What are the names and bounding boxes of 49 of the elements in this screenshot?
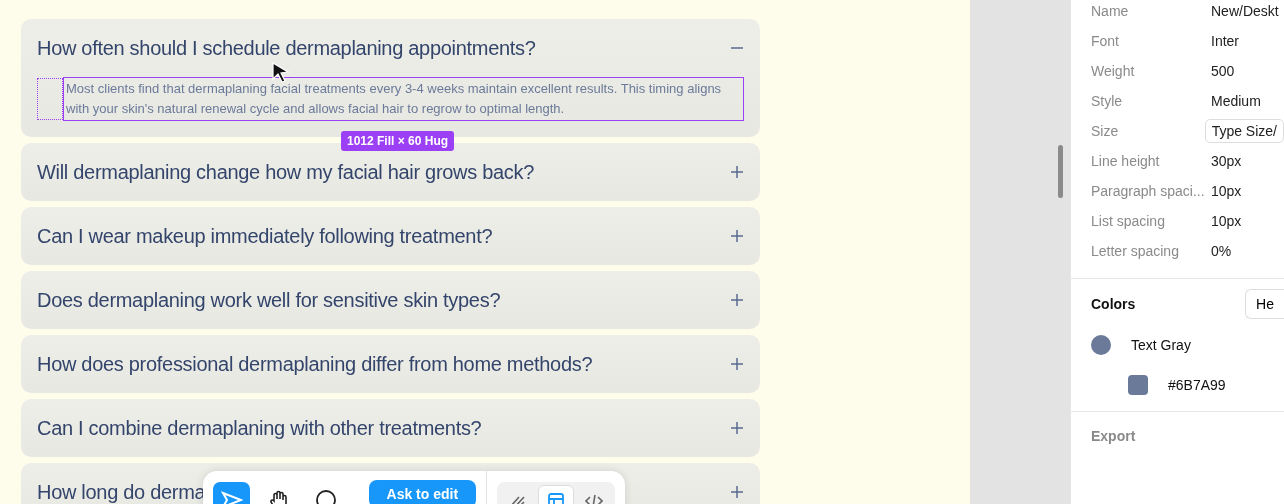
faq-question: Does dermaplaning work well for sensitive skin types? (37, 288, 501, 312)
hand-icon (267, 489, 290, 504)
comment-icon (314, 489, 337, 504)
property-label: Name (1091, 3, 1130, 19)
size-badge: 1012 Fill × 60 Hug (341, 131, 455, 151)
scrollbar (1058, 145, 1063, 198)
color-hex: #6B7A99 (1168, 377, 1226, 393)
section-title: Colors (1091, 296, 1136, 312)
size-field[interactable]: Type Size/ (1204, 119, 1284, 143)
format-button[interactable]: He (1245, 289, 1284, 319)
property-value: 0% (1211, 243, 1232, 259)
faq-item[interactable]: Does dermaplaning work well for sensitive skin types? (21, 271, 760, 329)
faq-item[interactable]: Can I combine dermaplaning with other treatments? (21, 399, 760, 457)
faq-question: Can I combine dermaplaning with other treatments? (37, 416, 482, 440)
property-value: Inter (1211, 33, 1239, 49)
property-value: 500 (1211, 63, 1235, 79)
property-label: Letter spacing (1091, 243, 1180, 259)
faq-item[interactable]: How does professional dermaplaning differ from home methods? (21, 335, 760, 393)
color-swatch (1128, 375, 1148, 395)
pointer-icon (220, 491, 243, 504)
color-style-name: Text Gray (1131, 337, 1191, 353)
expand-icon[interactable] (730, 357, 744, 371)
expand-icon[interactable] (730, 165, 744, 179)
spacing-guide (37, 78, 63, 120)
property-value: 30px (1211, 153, 1242, 169)
property-label: Paragraph spaci... (1091, 183, 1206, 199)
expand-icon[interactable] (730, 421, 744, 435)
property-label: Weight (1091, 63, 1136, 79)
cursor-icon (272, 62, 290, 84)
faq-question: Can I wear makeup immediately following treatment? (37, 224, 493, 248)
property-value: 10px (1211, 213, 1242, 229)
property-label: Line height (1091, 153, 1161, 169)
property-label: Size (1091, 123, 1120, 139)
property-label: List spacing (1091, 213, 1166, 229)
property-value: New/Deskt (1211, 3, 1279, 19)
property-label: Style (1091, 93, 1124, 109)
faq-question: How long do derma (37, 480, 206, 504)
faq-question: How does professional dermaplaning differ from home methods? (37, 352, 593, 376)
expand-icon[interactable] (730, 293, 744, 307)
property-value: Medium (1211, 93, 1261, 109)
property-value: 10px (1211, 183, 1242, 199)
faq-question: Will dermaplaning change how my facial hair grows back? (37, 160, 535, 184)
faq-question: How often should I schedule dermaplaning appointments? (37, 36, 536, 60)
section-title: Export (1090, 427, 1137, 446)
property-label: Font (1091, 33, 1120, 49)
expand-icon[interactable] (730, 485, 744, 499)
faq-item[interactable]: Can I wear makeup immediately following treatment? (21, 207, 760, 265)
expand-icon[interactable] (730, 229, 744, 243)
faq-answer: Most clients find that dermaplaning facial treatments every 3-4 weeks maintain excellent results. This timing aligns with your skin's natural renewal cycle and allows facial hair to regrow to optimal length. (66, 80, 723, 118)
